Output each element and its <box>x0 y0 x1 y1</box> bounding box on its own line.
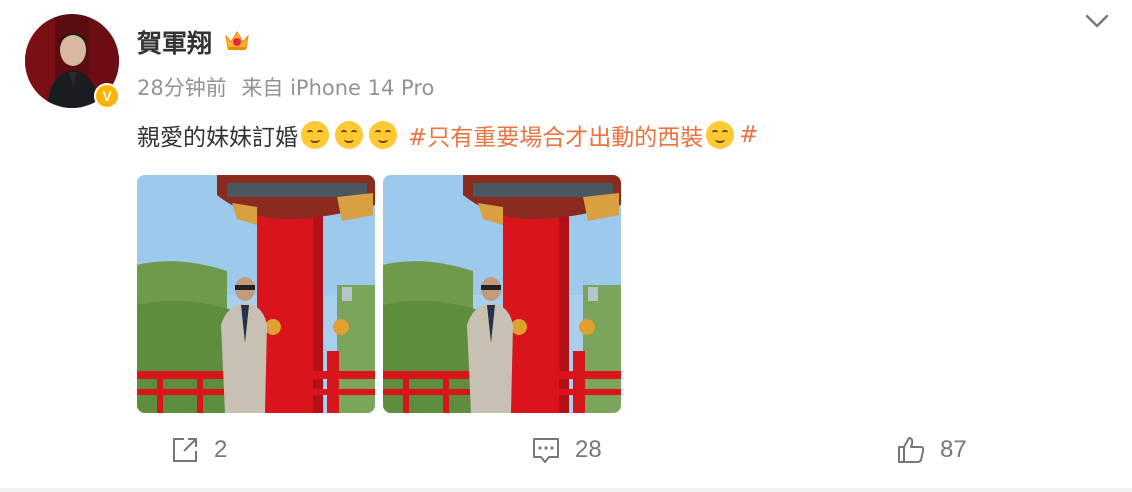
post-text: 親愛的妹妹訂婚 #只有重要場合才出動的西裝 # <box>137 118 759 152</box>
divider <box>0 488 1132 492</box>
laughing-emoji-icon <box>706 121 735 149</box>
verified-badge-icon: V <box>94 83 120 109</box>
topic-link-end[interactable]: # <box>739 122 758 148</box>
topic-link[interactable]: #只有重要場合才出動的西裝 <box>408 118 703 152</box>
chevron-down-icon[interactable] <box>1084 10 1110 32</box>
hugging-emoji-icon <box>335 121 363 149</box>
comment-icon <box>533 438 559 463</box>
hugging-emoji-icon <box>369 121 397 149</box>
post-image[interactable] <box>383 175 621 413</box>
post-time: 28分钟前 <box>137 76 227 100</box>
comment-button[interactable]: 28 <box>531 432 602 468</box>
like-count: 87 <box>940 436 967 463</box>
crown-icon <box>225 31 249 50</box>
thumbs-up-icon <box>898 437 925 463</box>
author-name[interactable]: 賀軍翔 <box>137 24 212 60</box>
post-meta: 28分钟前 来自 iPhone 14 Pro <box>137 72 442 102</box>
like-button[interactable]: 87 <box>896 432 967 468</box>
comment-count: 28 <box>575 436 602 463</box>
hugging-emoji-icon <box>301 121 329 149</box>
share-count: 2 <box>214 436 228 463</box>
share-button[interactable]: 2 <box>170 432 227 468</box>
post-source: 来自 iPhone 14 Pro <box>241 76 435 100</box>
share-icon <box>173 438 197 462</box>
post-body: 親愛的妹妹訂婚 <box>137 125 298 151</box>
post-image[interactable] <box>137 175 375 413</box>
